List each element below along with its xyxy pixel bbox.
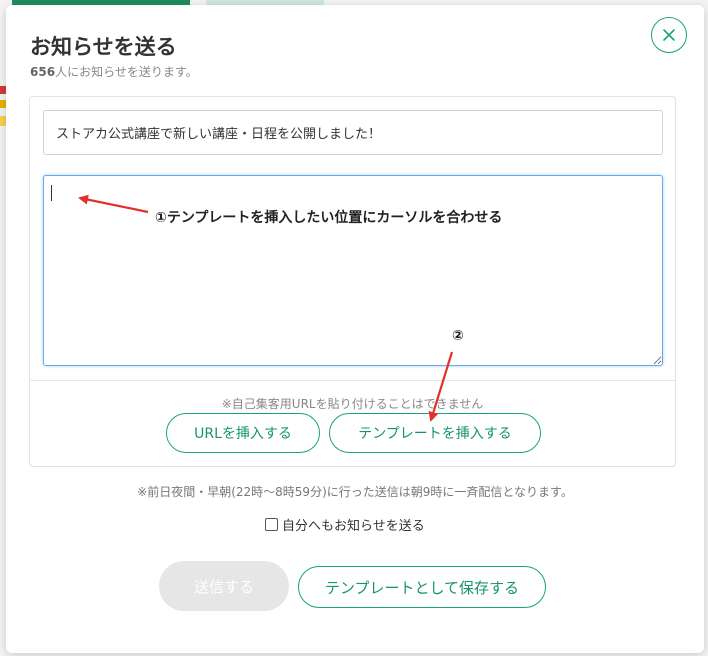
self-notify-label: 自分へもお知らせを送る	[282, 519, 425, 534]
text-cursor	[51, 185, 52, 201]
self-notify-checkbox[interactable]	[265, 518, 278, 531]
close-icon	[663, 29, 675, 41]
insert-template-button[interactable]: テンプレートを挿入する	[329, 413, 541, 453]
annotation-step-1: ①テンプレートを挿入したい位置にカーソルを合わせる	[155, 210, 503, 226]
subject-input[interactable]	[43, 110, 663, 155]
self-notify-option[interactable]: 自分へもお知らせを送る	[265, 515, 425, 534]
subtitle-text: 人にお知らせを送ります。	[55, 65, 198, 79]
modal-subtitle: 656人にお知らせを送ります。	[30, 63, 198, 80]
modal-title: お知らせを送る	[30, 35, 177, 59]
close-button[interactable]	[651, 17, 687, 53]
send-notice-modal: お知らせを送る 656人にお知らせを送ります。 ※自己集客用URLを貼り付けるこ…	[6, 5, 704, 653]
divider	[30, 380, 675, 381]
save-template-button[interactable]: テンプレートとして保存する	[298, 566, 546, 608]
insert-url-button[interactable]: URLを挿入する	[166, 413, 320, 453]
annotation-step-2: ②	[452, 328, 464, 344]
recipient-count: 656	[30, 65, 56, 79]
message-body-textarea[interactable]	[43, 175, 663, 366]
url-restriction-note: ※自己集客用URLを貼り付けることはできません	[221, 397, 484, 411]
send-button[interactable]: 送信する	[159, 561, 289, 611]
message-panel: ※自己集客用URLを貼り付けることはできません URLを挿入する テンプレートを…	[29, 96, 676, 467]
night-delivery-note: ※前日夜間・早朝(22時〜8時59分)に行った送信は朝9時に一斉配信となります。	[137, 485, 573, 499]
